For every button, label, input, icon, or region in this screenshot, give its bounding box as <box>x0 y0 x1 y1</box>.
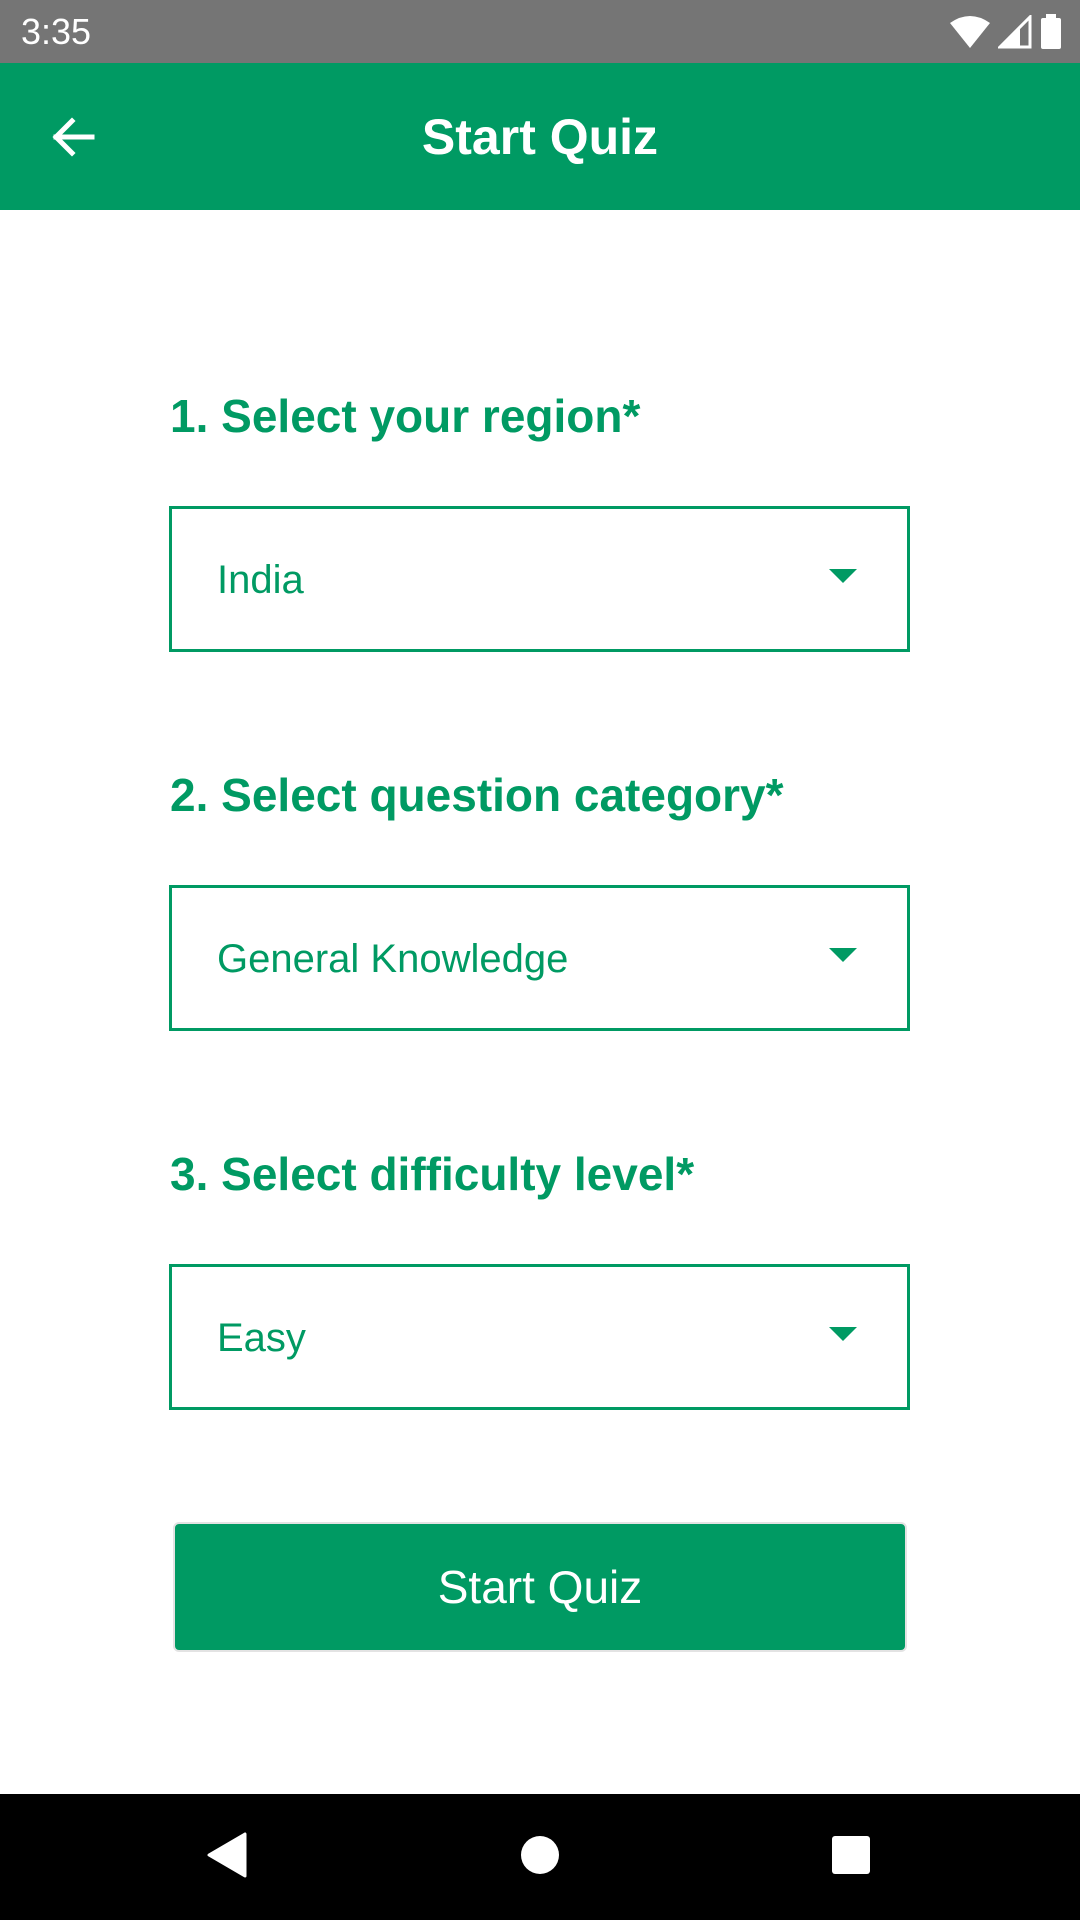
system-nav-bar <box>0 1794 1080 1920</box>
nav-home-button[interactable] <box>477 1794 603 1920</box>
region-label: 1. Select your region* <box>170 390 641 442</box>
difficulty-dropdown[interactable]: Easy <box>169 1264 910 1410</box>
chevron-down-icon <box>829 1327 857 1341</box>
page-title: Start Quiz <box>421 109 659 165</box>
back-triangle-icon <box>207 1832 247 1883</box>
nav-back-button[interactable] <box>164 1794 290 1920</box>
app-bar: Start Quiz <box>0 63 1080 210</box>
category-dropdown[interactable]: General Knowledge <box>169 885 910 1031</box>
battery-icon <box>1040 14 1062 50</box>
home-circle-icon <box>520 1835 560 1880</box>
nav-recents-button[interactable] <box>788 1794 914 1920</box>
quiz-setup-screen: 3:35 Start Quiz 1. Select your region* I… <box>0 0 1080 1920</box>
region-selected-value: India <box>217 558 304 602</box>
start-quiz-button[interactable]: Start Quiz <box>173 1522 907 1652</box>
chevron-down-icon <box>829 569 857 583</box>
category-label: 2. Select question category* <box>170 769 784 821</box>
status-time: 3:35 <box>21 11 92 52</box>
difficulty-selected-value: Easy <box>217 1316 306 1360</box>
chevron-down-icon <box>829 948 857 962</box>
status-icons <box>950 12 1062 52</box>
wifi-icon <box>950 15 990 49</box>
difficulty-label: 3. Select difficulty level* <box>170 1148 695 1200</box>
recents-square-icon <box>831 1835 871 1880</box>
region-dropdown[interactable]: India <box>169 506 910 652</box>
status-bar: 3:35 <box>0 0 1080 63</box>
category-selected-value: General Knowledge <box>217 937 569 981</box>
cell-signal-icon <box>998 15 1032 49</box>
